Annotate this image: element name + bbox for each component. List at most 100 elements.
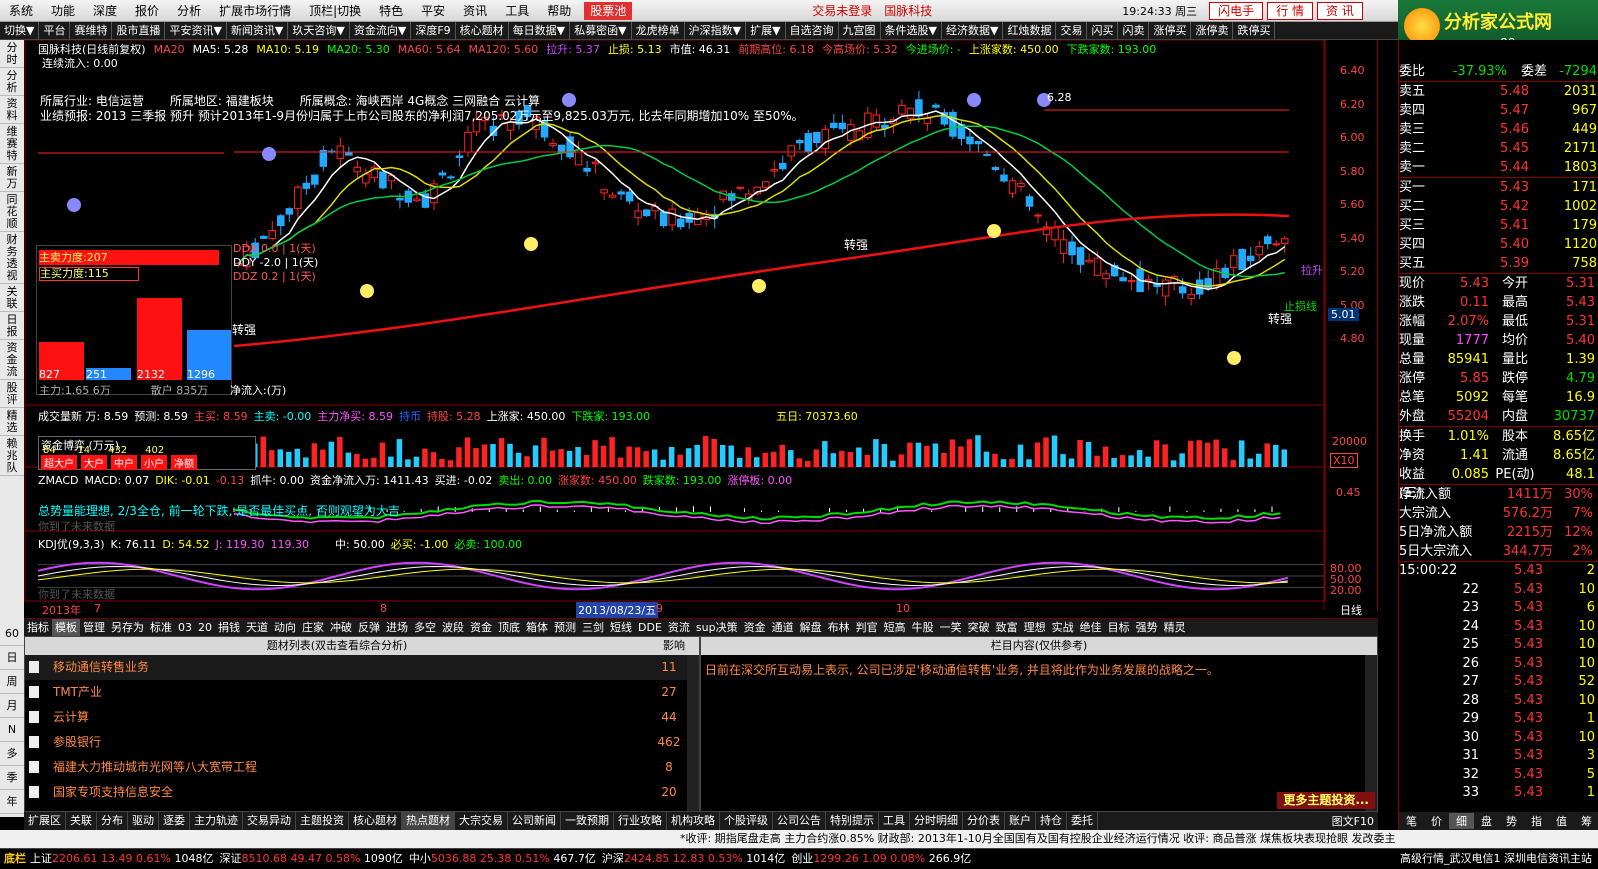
- indicator-tab-26[interactable]: 通道: [769, 619, 797, 636]
- topic-row[interactable]: 云计算 44: [25, 705, 699, 730]
- index-item-4[interactable]: 创业1299.26 1.09 0.08% 266.9亿: [791, 849, 971, 869]
- bottom-nav-item-21[interactable]: 账户: [1005, 812, 1036, 830]
- indicator-tab-28[interactable]: 布林: [825, 619, 853, 636]
- indicator-tab-18[interactable]: 箱体: [523, 619, 551, 636]
- left-tab-5[interactable]: 同 花 顺: [0, 192, 24, 232]
- menu-item-11[interactable]: 帮助: [538, 0, 580, 22]
- toolbar-item-19[interactable]: 红烛数据: [1003, 21, 1057, 40]
- indicator-tab-38[interactable]: 目标: [1105, 619, 1133, 636]
- indicator-tab-2[interactable]: 管理: [80, 619, 108, 636]
- left-tab-1[interactable]: 分 析: [0, 68, 24, 96]
- toolbar-item-21[interactable]: 闪买: [1087, 21, 1119, 40]
- topic-row[interactable]: 参股银行 462: [25, 730, 699, 755]
- top-button-0[interactable]: 闪电手: [1209, 1, 1264, 20]
- menu-item-3[interactable]: 报价: [126, 0, 168, 22]
- menu-item-2[interactable]: 深度: [84, 0, 126, 22]
- menu-item-9[interactable]: 资讯: [454, 0, 496, 22]
- bottom-nav-item-15[interactable]: 个股评级: [720, 812, 773, 830]
- toolbar-item-17[interactable]: 条件选股▼: [881, 21, 943, 40]
- topic-row[interactable]: 移动通信转售业务 11: [25, 655, 699, 680]
- indicator-tab-31[interactable]: 牛股: [909, 619, 937, 636]
- left-period-3[interactable]: 月: [0, 694, 24, 718]
- bottom-nav-item-12[interactable]: 一致预期: [561, 812, 614, 830]
- toolbar-item-16[interactable]: 九宫图: [839, 21, 881, 40]
- menu-item-4[interactable]: 分析: [168, 0, 210, 22]
- left-period-1[interactable]: 日: [0, 646, 24, 670]
- bottom-nav-item-8[interactable]: 核心题材: [349, 812, 402, 830]
- index-item-3[interactable]: 沪深2424.85 12.83 0.53% 1014亿: [602, 849, 785, 869]
- indicator-tab-5[interactable]: 03: [175, 619, 195, 636]
- bottom-nav-item-3[interactable]: 驱动: [128, 812, 159, 830]
- trade-login-status[interactable]: 交易未登录: [812, 2, 872, 19]
- quote-tab-2[interactable]: 细: [1449, 813, 1474, 829]
- left-tab-4[interactable]: 新 万: [0, 164, 24, 192]
- quote-tab-5[interactable]: 指: [1524, 813, 1549, 829]
- bottom-nav-item-13[interactable]: 行业攻略: [614, 812, 667, 830]
- bottom-nav-item-1[interactable]: 关联: [66, 812, 97, 830]
- indicator-tab-17[interactable]: 顶底: [495, 619, 523, 636]
- toolbar-item-11[interactable]: 私募密函▼: [570, 21, 632, 40]
- toolbar-item-6[interactable]: 玖天咨询▼: [288, 21, 350, 40]
- indicator-tab-21[interactable]: 短线: [607, 619, 635, 636]
- left-period-7[interactable]: 年: [0, 790, 24, 814]
- toolbar-item-7[interactable]: 资金流向▼: [350, 21, 412, 40]
- indicator-tab-23[interactable]: 资流: [665, 619, 693, 636]
- toolbar-item-4[interactable]: 平安资讯▼: [165, 21, 227, 40]
- left-period-2[interactable]: 周: [0, 670, 24, 694]
- menu-item-0[interactable]: 系统: [0, 0, 42, 22]
- bottom-nav-item-19[interactable]: 分时明细: [910, 812, 963, 830]
- left-period-5[interactable]: 多: [0, 742, 24, 766]
- bottom-nav-item-4[interactable]: 逐委: [159, 812, 190, 830]
- indicator-tab-37[interactable]: 绝佳: [1077, 619, 1105, 636]
- more-topics-button[interactable]: 更多主题投资...: [1277, 792, 1375, 809]
- indicator-tab-32[interactable]: 一笑: [937, 619, 965, 636]
- indicator-tab-24[interactable]: sup决策: [693, 619, 741, 636]
- bottom-nav-item-22[interactable]: 持仓: [1036, 812, 1067, 830]
- quote-tab-4[interactable]: 势: [1499, 813, 1524, 829]
- bottom-nav-item-14[interactable]: 机构攻略: [667, 812, 720, 830]
- quote-tab-0[interactable]: 笔: [1399, 813, 1424, 829]
- indicator-tab-13[interactable]: 进场: [383, 619, 411, 636]
- bottom-nav-item-17[interactable]: 特别提示: [826, 812, 879, 830]
- bottom-nav-item-9[interactable]: 热点题材: [402, 812, 455, 830]
- indicator-tab-39[interactable]: 强势: [1133, 619, 1161, 636]
- bottom-nav-item-20[interactable]: 分价表: [963, 812, 1005, 830]
- left-tab-0[interactable]: 分 时: [0, 40, 24, 68]
- toolbar-item-25[interactable]: 跌停买: [1233, 21, 1276, 40]
- toolbar-item-18[interactable]: 经济数据▼: [942, 21, 1004, 40]
- index-item-0[interactable]: 上证2206.61 13.49 0.61% 1048亿: [30, 849, 213, 869]
- bottom-nav-item-18[interactable]: 工具: [879, 812, 910, 830]
- quote-tab-6[interactable]: 值: [1549, 813, 1574, 829]
- left-tab-3[interactable]: 维 赛 特: [0, 124, 24, 164]
- toolbar-item-3[interactable]: 股市直播: [112, 21, 166, 40]
- f10-button[interactable]: 图文F10: [1332, 813, 1378, 829]
- topic-row[interactable]: 福建大力推动城市光网等八大宽带工程 8: [25, 755, 699, 780]
- indicator-tab-1[interactable]: 模板: [52, 619, 80, 636]
- indicator-tab-7[interactable]: 捐钱: [215, 619, 243, 636]
- toolbar-item-20[interactable]: 交易: [1056, 21, 1088, 40]
- indicator-tab-20[interactable]: 三剑: [579, 619, 607, 636]
- indicator-tab-35[interactable]: 理想: [1021, 619, 1049, 636]
- left-tab-10[interactable]: 股 评: [0, 380, 24, 408]
- bottom-nav-item-23[interactable]: 委托: [1067, 812, 1098, 830]
- quote-tab-7[interactable]: 筹: [1574, 813, 1598, 829]
- indicator-tab-25[interactable]: 资金: [741, 619, 769, 636]
- left-tab-6[interactable]: 财 务 透 视: [0, 232, 24, 284]
- indicator-tab-33[interactable]: 突破: [965, 619, 993, 636]
- toolbar-item-15[interactable]: 自选咨询: [786, 21, 839, 40]
- indicator-tab-27[interactable]: 解盘: [797, 619, 825, 636]
- toolbar-item-13[interactable]: 沪深指数▼: [685, 21, 747, 40]
- left-period-0[interactable]: 60: [0, 622, 24, 646]
- top-button-1[interactable]: 行 情: [1267, 1, 1314, 20]
- indicator-tab-14[interactable]: 多空: [411, 619, 439, 636]
- bottom-nav-item-11[interactable]: 公司新闻: [508, 812, 561, 830]
- top-button-2[interactable]: 资 讯: [1317, 1, 1363, 20]
- menu-item-7[interactable]: 特色: [370, 0, 412, 22]
- stock-pool-badge[interactable]: 股票池: [584, 1, 633, 20]
- chart-area[interactable]: 国脉科技(日线前复权) MA20 MA5: 5.28 MA10: 5.19 MA20: …: [24, 40, 1378, 618]
- topic-row[interactable]: 国家专项支持信息安全 20: [25, 780, 699, 805]
- left-tab-7[interactable]: 关 联: [0, 284, 24, 312]
- toolbar-item-14[interactable]: 扩展▼: [746, 21, 786, 40]
- bottom-nav-item-6[interactable]: 交易异动: [243, 812, 296, 830]
- left-tab-11[interactable]: 精 选: [0, 408, 24, 436]
